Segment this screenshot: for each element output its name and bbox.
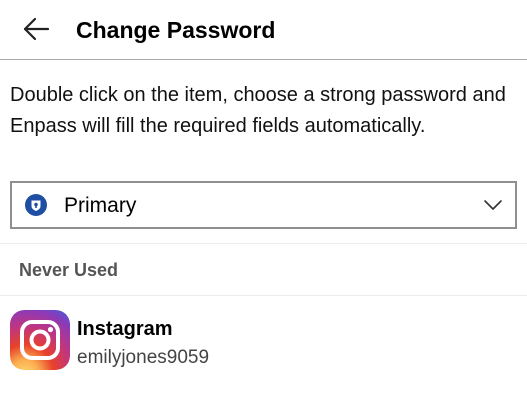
back-button[interactable] [16,9,56,49]
section-divider-top [0,243,527,244]
vault-dropdown[interactable]: Primary [10,181,517,229]
item-title: Instagram [77,318,173,340]
list-item[interactable]: Instagram emilyjones9059 [0,297,527,387]
enpass-vault-icon [25,194,47,216]
instagram-icon [10,310,70,370]
page-title: Change Password [76,17,276,43]
change-password-panel: Change Password Double click on the item… [0,0,527,417]
section-divider-bottom [0,295,527,296]
instructions-text: Double click on the item, choose a stron… [10,84,506,137]
header-bar: Change Password [0,0,527,60]
item-username: emilyjones9059 [77,347,210,368]
chevron-down-icon [484,200,502,210]
section-header: Never Used [19,260,119,280]
arrow-left-icon [23,17,50,41]
vault-selected-label: Primary [64,194,137,217]
